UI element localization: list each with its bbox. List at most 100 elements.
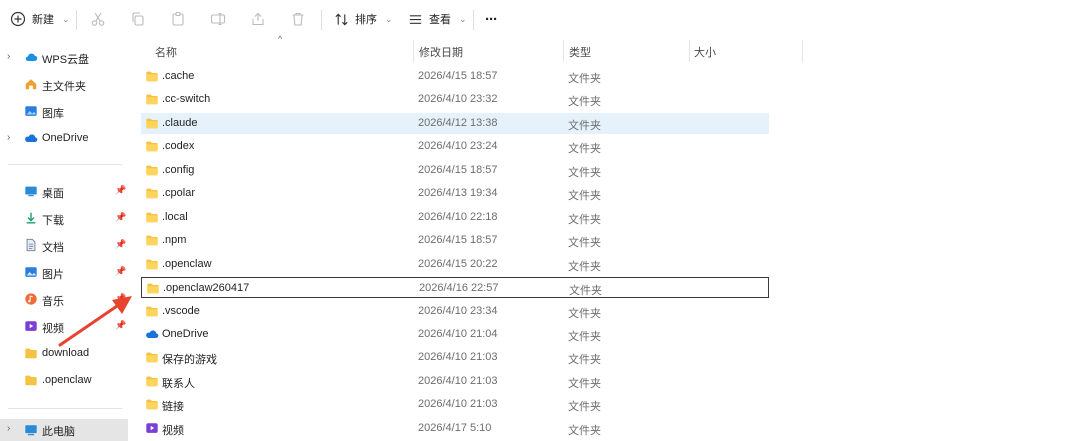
column-divider[interactable] — [689, 40, 690, 62]
file-type: 文件夹 — [568, 307, 601, 320]
share-icon[interactable] — [250, 11, 266, 27]
picture-icon — [25, 267, 37, 277]
chevron-down-icon: ⌄ — [385, 13, 393, 24]
sidebar-item-label: 图库 — [42, 108, 64, 120]
file-modified-date: 2026/4/15 18:57 — [418, 163, 498, 176]
file-type: 文件夹 — [568, 401, 601, 414]
rename-icon[interactable] — [210, 11, 226, 27]
folder-icon — [146, 95, 158, 105]
table-row[interactable]: 链接 2026/4/10 21:03 文件夹 — [141, 394, 769, 415]
column-header-size[interactable]: 大小 — [694, 41, 716, 63]
sidebar-item-onedrive[interactable]: › OneDrive — [0, 126, 128, 152]
pin-icon[interactable]: 📌 — [115, 212, 126, 223]
paste-icon[interactable] — [170, 11, 186, 27]
column-header-name[interactable]: 名称 — [155, 41, 177, 63]
expand-arrow-icon[interactable]: › — [7, 423, 10, 434]
column-divider[interactable] — [802, 40, 803, 62]
column-divider[interactable] — [563, 40, 564, 62]
file-name: .cc-switch — [162, 93, 211, 106]
sidebar-item-home[interactable]: 主文件夹 — [0, 72, 128, 98]
new-button[interactable]: 新建 ⌄ — [10, 0, 70, 38]
file-type: 文件夹 — [568, 166, 601, 179]
view-button-label: 查看 — [429, 14, 451, 26]
sidebar-item-downloads[interactable]: 下载 📌 — [0, 206, 128, 232]
view-button[interactable]: 查看 ⌄ — [408, 0, 467, 38]
table-row[interactable]: 联系人 2026/4/10 21:03 文件夹 — [141, 371, 769, 392]
folder-icon — [146, 235, 158, 246]
file-modified-date: 2026/4/15 18:57 — [418, 70, 498, 82]
sidebar-item-openclaw[interactable]: .openclaw — [0, 368, 128, 394]
plus-circle-icon — [10, 11, 26, 27]
computer-icon — [25, 425, 37, 436]
expand-arrow-icon[interactable]: › — [7, 51, 10, 62]
cut-icon[interactable] — [90, 11, 106, 27]
file-name: .config — [162, 163, 195, 176]
folder-icon — [146, 376, 158, 387]
file-type: 文件夹 — [568, 260, 601, 273]
file-type: 文件夹 — [568, 190, 601, 203]
copy-icon[interactable] — [130, 11, 146, 27]
delete-icon[interactable] — [290, 11, 306, 27]
video-icon — [25, 321, 37, 331]
pin-icon[interactable]: 📌 — [115, 239, 126, 250]
table-row[interactable]: .codex 2026/4/10 23:24 文件夹 — [141, 136, 769, 157]
column-header-date[interactable]: 修改日期 — [419, 41, 463, 63]
sort-icon — [335, 13, 348, 25]
sidebar-item-label: 桌面 — [42, 188, 64, 200]
folder-icon — [146, 399, 158, 410]
table-row[interactable]: .claude 2026/4/12 13:38 文件夹 — [141, 112, 769, 134]
sidebar-item-label: WPS云盘 — [42, 54, 90, 66]
sidebar-item-label: .openclaw — [42, 374, 92, 386]
table-row[interactable]: .cpolar 2026/4/13 19:34 文件夹 — [141, 183, 769, 204]
pin-icon[interactable]: 📌 — [115, 266, 126, 277]
column-divider[interactable] — [413, 40, 414, 62]
file-type: 文件夹 — [568, 96, 601, 109]
column-header-label: 大小 — [694, 47, 716, 59]
file-modified-date: 2026/4/10 22:18 — [418, 210, 498, 223]
sort-button-label: 排序 — [355, 14, 377, 26]
file-name: .cpolar — [162, 187, 196, 200]
view-list-icon — [409, 14, 422, 24]
sidebar-item-label: 主文件夹 — [42, 81, 86, 93]
file-modified-date: 2026/4/10 23:24 — [418, 140, 498, 153]
table-row[interactable]: .local 2026/4/10 22:18 文件夹 — [141, 207, 769, 228]
folder-icon — [146, 212, 158, 222]
table-row[interactable]: .cc-switch 2026/4/10 23:32 文件夹 — [141, 89, 769, 110]
folder-icon — [146, 188, 158, 199]
table-row[interactable]: OneDrive 2026/4/10 21:04 文件夹 — [141, 324, 769, 345]
file-modified-date: 2026/4/15 20:22 — [418, 257, 498, 270]
more-options-button[interactable]: ··· — [485, 0, 498, 38]
file-modified-date: 2026/4/15 18:57 — [418, 234, 498, 247]
table-row[interactable]: .npm 2026/4/15 18:57 文件夹 — [141, 230, 769, 251]
table-row[interactable]: 视频 2026/4/17 5:10 文件夹 — [141, 418, 769, 439]
table-row[interactable]: .openclaw 2026/4/15 20:22 文件夹 — [141, 254, 769, 275]
file-modified-date: 2026/4/10 21:03 — [418, 374, 498, 387]
table-row[interactable]: .vscode 2026/4/10 23:34 文件夹 — [141, 301, 769, 322]
file-modified-date: 2026/4/17 5:10 — [418, 421, 492, 434]
table-row[interactable]: .config 2026/4/15 18:57 文件夹 — [141, 160, 769, 181]
file-name: OneDrive — [162, 327, 209, 340]
sidebar-item-desktop[interactable]: 桌面 📌 — [0, 179, 128, 205]
sidebar-item-pictures[interactable]: 图片 📌 — [0, 260, 128, 286]
table-row[interactable]: 保存的游戏 2026/4/10 21:03 文件夹 — [141, 347, 769, 368]
column-header-type[interactable]: 类型 — [569, 41, 591, 63]
file-type: 文件夹 — [568, 73, 601, 85]
sidebar-item-wps-cloud[interactable]: › WPS云盘 — [0, 45, 128, 71]
cloud-icon — [25, 53, 38, 61]
file-modified-date: 2026/4/10 21:04 — [418, 327, 498, 340]
pin-icon[interactable]: 📌 — [115, 185, 126, 196]
sidebar-item-gallery[interactable]: 图库 — [0, 99, 128, 125]
column-header-label: 修改日期 — [419, 47, 463, 59]
sidebar-item-this-pc[interactable]: › 此电脑 — [0, 419, 128, 441]
file-type: 文件夹 — [568, 237, 601, 250]
file-name: 联系人 — [162, 377, 195, 390]
column-header-label: 类型 — [569, 47, 591, 59]
file-modified-date: 2026/4/13 19:34 — [418, 187, 498, 200]
file-modified-date: 2026/4/10 23:32 — [418, 93, 498, 106]
file-name: 保存的游戏 — [162, 354, 217, 367]
sort-button[interactable]: 排序 ⌄ — [334, 0, 393, 38]
sidebar-item-documents[interactable]: 文档 📌 — [0, 233, 128, 259]
table-row[interactable]: .cache 2026/4/15 18:57 文件夹 — [141, 66, 769, 87]
expand-arrow-icon[interactable]: › — [7, 132, 10, 143]
table-row[interactable]: .openclaw260417 2026/4/16 22:57 文件夹 — [141, 277, 769, 299]
